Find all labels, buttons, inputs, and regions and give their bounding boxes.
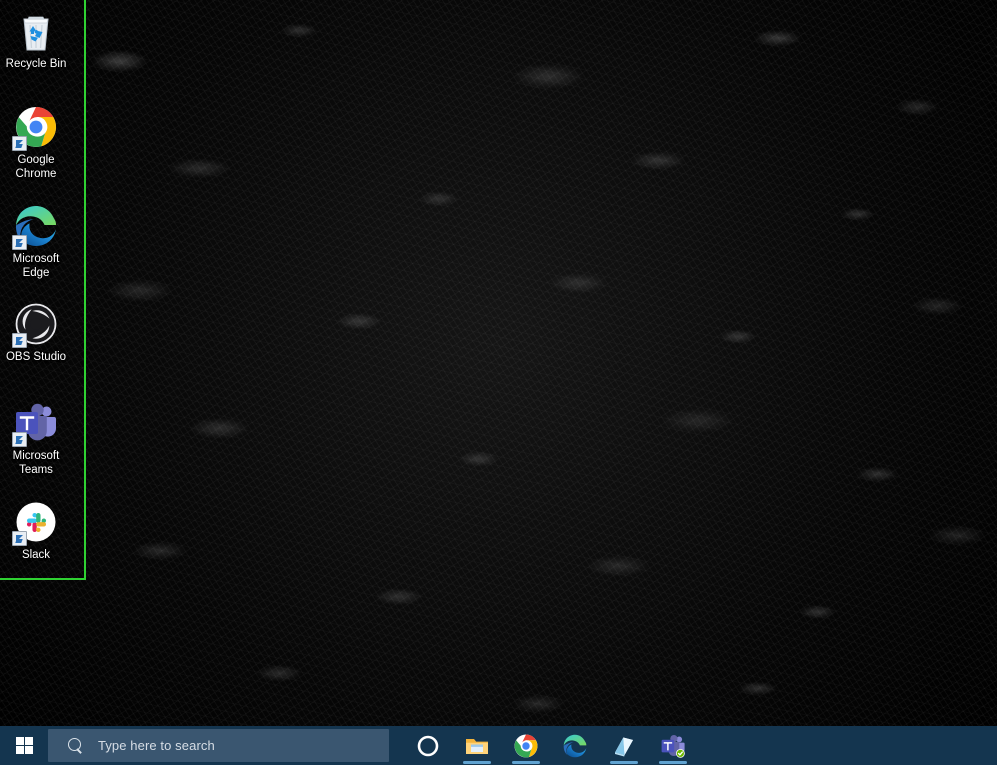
search-input[interactable]: Type here to search: [48, 729, 389, 762]
desktop-icon-microsoft-teams[interactable]: Microsoft Teams: [0, 400, 72, 477]
taskbar[interactable]: Type here to search: [0, 726, 997, 765]
start-button[interactable]: [0, 726, 48, 765]
microsoft-store-icon: [611, 733, 637, 759]
windows-logo-icon: [15, 737, 33, 754]
obs-studio-icon: [12, 301, 59, 348]
desktop-icon-slack[interactable]: Slack: [0, 499, 72, 563]
desktop-icon-label: Recycle Bin: [5, 58, 67, 70]
taskbar-app-buttons[interactable]: [403, 726, 697, 765]
desktop-icon-recycle-bin[interactable]: Recycle Bin: [0, 8, 72, 72]
microsoft-edge-icon: [12, 203, 59, 250]
microsoft-edge-icon: [562, 733, 588, 759]
search-placeholder: Type here to search: [98, 738, 215, 753]
running-indicator: [609, 761, 638, 764]
shortcut-arrow-icon: [12, 333, 27, 348]
desktop-icon-label: Microsoft Teams: [12, 450, 60, 476]
desktop-icon-obs-studio[interactable]: OBS Studio: [0, 301, 72, 365]
desktop-wallpaper: [0, 0, 997, 765]
taskbar-item-microsoft-teams[interactable]: [648, 726, 697, 765]
google-chrome-icon: [513, 733, 539, 759]
running-indicator: [462, 761, 491, 764]
microsoft-teams-icon: [12, 400, 59, 447]
search-icon: [68, 737, 84, 754]
desktop-icon-label: Slack: [21, 549, 51, 561]
taskbar-item-google-chrome[interactable]: [501, 726, 550, 765]
running-indicator: [658, 761, 687, 764]
taskbar-item-file-explorer[interactable]: [452, 726, 501, 765]
file-explorer-icon: [464, 733, 490, 759]
shortcut-arrow-icon: [12, 432, 27, 447]
shortcut-arrow-icon: [12, 136, 27, 151]
shortcut-arrow-icon: [12, 531, 27, 546]
desktop-icon-label: Microsoft Edge: [12, 253, 60, 279]
desktop-icon-google-chrome[interactable]: Google Chrome: [0, 104, 72, 181]
microsoft-teams-icon: [660, 733, 686, 759]
taskbar-item-microsoft-store[interactable]: [599, 726, 648, 765]
desktop-icon-label: OBS Studio: [5, 351, 67, 363]
taskbar-item-cortana[interactable]: [403, 726, 452, 765]
taskbar-item-microsoft-edge[interactable]: [550, 726, 599, 765]
recycle-bin-icon: [13, 8, 59, 54]
desktop-icon-label: Google Chrome: [15, 154, 57, 180]
slack-icon: [12, 499, 59, 546]
shortcut-arrow-icon: [12, 235, 27, 250]
desktop[interactable]: Recycle Bin Google Chrome Microsoft Edge…: [0, 0, 997, 765]
desktop-icon-microsoft-edge[interactable]: Microsoft Edge: [0, 203, 72, 280]
google-chrome-icon: [12, 104, 59, 151]
cortana-circle-icon: [415, 733, 441, 759]
running-indicator: [511, 761, 540, 764]
